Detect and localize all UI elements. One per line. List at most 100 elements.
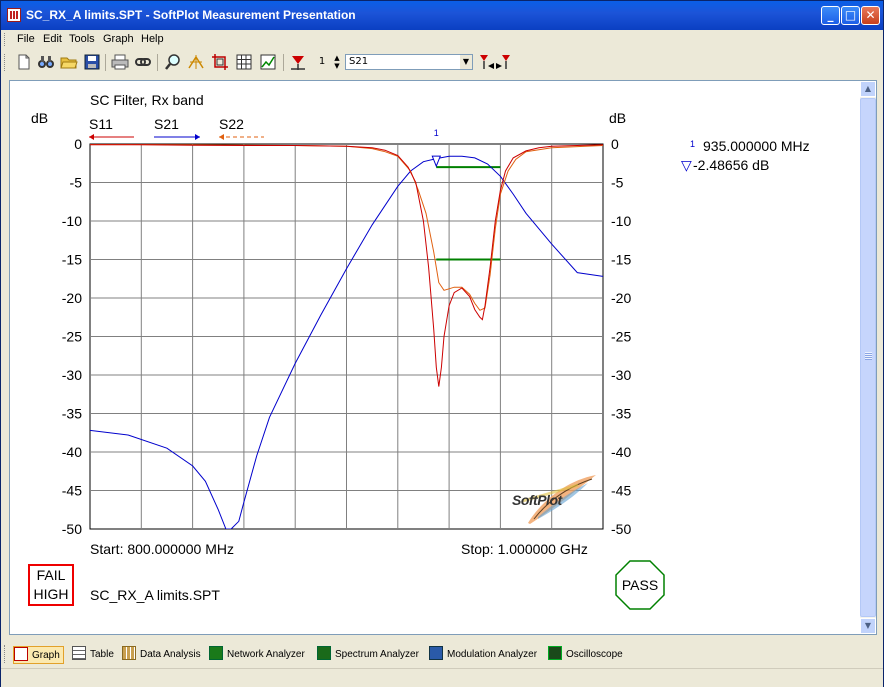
fail-label: FAIL [36, 567, 66, 583]
scroll-down-button[interactable]: ▼ [860, 618, 876, 634]
marker-frequency-readout: 1 935.000000 MHz [690, 138, 810, 154]
new-icon[interactable] [15, 53, 33, 71]
marker-frequency-value: 935.000000 MHz [703, 138, 810, 154]
y-tick-label-left: -25 [62, 329, 82, 345]
softplot-logo: SoftPlot [508, 471, 600, 527]
y-tick-label-left: -20 [62, 290, 82, 306]
menu-help[interactable]: Help [141, 33, 164, 45]
y-tick-label-right: -45 [611, 483, 631, 499]
marker-icon[interactable] [289, 53, 307, 71]
pass-label: PASS [622, 577, 658, 593]
app-icon[interactable] [7, 8, 21, 22]
y-tick-label-left: -40 [62, 444, 82, 460]
tab-spectrum-analyzer[interactable]: Spectrum Analyzer [317, 646, 419, 664]
tabbar-grip[interactable] [4, 645, 8, 663]
start-frequency-label: Start: 800.000000 MHz [90, 541, 234, 557]
tab-table[interactable]: Table [72, 646, 114, 664]
logo-text: SoftPlot [512, 492, 562, 508]
menu-graph[interactable]: Graph [103, 33, 134, 45]
trace-number-field[interactable]: 1 [313, 54, 331, 70]
grid-icon[interactable] [235, 53, 253, 71]
marker-triangle-icon: ▽ [681, 157, 692, 173]
menu-file[interactable]: File [17, 33, 35, 45]
table-tab-icon [72, 646, 86, 660]
trace-select-dropdown[interactable]: S21 ▼ [345, 54, 473, 70]
chevron-down-icon[interactable]: ▼ [460, 55, 472, 69]
y-tick-label-left: 0 [74, 136, 82, 152]
y-tick-label-right: -15 [611, 252, 631, 268]
tab-data-analysis[interactable]: Data Analysis [122, 646, 201, 664]
link-icon[interactable] [134, 53, 152, 71]
trace-select-value: S21 [349, 56, 369, 67]
y-tick-label-left: -10 [62, 213, 82, 229]
maximize-button[interactable]: □ [841, 6, 860, 25]
y-tick-label-right: -50 [611, 521, 631, 537]
y-tick-label-right: -5 [611, 175, 624, 191]
marker-search-icon[interactable] [187, 53, 205, 71]
trace-number-spinner[interactable]: ▲ ▼ [332, 54, 342, 70]
toolbar-separator [157, 54, 158, 71]
legend-arrow-s11 [89, 134, 94, 140]
toolbar: 1 ▲ ▼ S21 ▼ [1, 50, 883, 75]
minimize-button[interactable]: _ [821, 6, 840, 25]
view-tab-bar: Graph Table Data Analysis Network Analyz… [1, 641, 883, 667]
marker-number-label: 1 [690, 139, 696, 149]
menu-grip[interactable] [4, 33, 8, 46]
legend-arrow-s21 [195, 134, 200, 140]
window-title: SC_RX_A limits.SPT - SoftPlot Measuremen… [26, 8, 356, 22]
y-tick-label-right: -35 [611, 406, 631, 422]
y-tick-label-right: 0 [611, 136, 619, 152]
tab-oscilloscope-label: Oscilloscope [566, 649, 623, 660]
y-tick-label-right: -30 [611, 367, 631, 383]
save-icon[interactable] [83, 53, 101, 71]
y-tick-label-right: -10 [611, 213, 631, 229]
tab-modulation-analyzer-label: Modulation Analyzer [447, 649, 538, 660]
tab-modulation-analyzer[interactable]: Modulation Analyzer [429, 646, 537, 664]
spectrum-analyzer-tab-icon [317, 646, 331, 660]
graph-view: SC Filter, Rx band dB dB S11 S21 S22 00-… [9, 80, 877, 635]
y-tick-label-left: -35 [62, 406, 82, 422]
autoscale-icon[interactable] [259, 53, 277, 71]
file-name-label: SC_RX_A limits.SPT [90, 587, 220, 603]
network-analyzer-tab-icon [209, 646, 223, 660]
vertical-scrollbar[interactable]: ▲ ▼ [860, 81, 876, 634]
toolbar-grip[interactable] [4, 54, 8, 71]
open-folder-icon[interactable] [60, 53, 78, 71]
crop-icon[interactable] [211, 53, 229, 71]
scroll-thumb-grip [865, 352, 872, 360]
app-window: SC_RX_A limits.SPT - SoftPlot Measuremen… [0, 0, 884, 687]
status-bar [1, 668, 883, 687]
tab-network-analyzer[interactable]: Network Analyzer [209, 646, 305, 664]
legend-arrow-s22 [219, 134, 224, 140]
menu-edit[interactable]: Edit [43, 33, 62, 45]
y-tick-label-left: -30 [62, 367, 82, 383]
tab-graph[interactable]: Graph [13, 646, 64, 664]
scroll-thumb[interactable] [860, 98, 876, 617]
tab-network-analyzer-label: Network Analyzer [227, 649, 305, 660]
marker-value-readout: ▽-2.48656 dB [681, 157, 769, 174]
title-bar[interactable]: SC_RX_A limits.SPT - SoftPlot Measuremen… [1, 1, 883, 30]
binoculars-icon[interactable] [37, 53, 55, 71]
tab-spectrum-analyzer-label: Spectrum Analyzer [335, 649, 419, 660]
close-button[interactable]: ✕ [861, 6, 880, 25]
y-tick-label-left: -15 [62, 252, 82, 268]
menu-tools[interactable]: Tools [69, 33, 95, 45]
marker-next-icon[interactable] [494, 53, 512, 71]
tab-table-label: Table [90, 649, 114, 660]
pass-indicator: PASS [615, 560, 665, 610]
toolbar-separator [105, 54, 106, 71]
stop-frequency-label: Stop: 1.000000 GHz [461, 541, 588, 557]
print-icon[interactable] [111, 53, 129, 71]
y-tick-label-left: -50 [62, 521, 82, 537]
fail-high-indicator: FAIL HIGH [28, 564, 74, 606]
tab-oscilloscope[interactable]: Oscilloscope [548, 646, 623, 664]
y-tick-label-right: -40 [611, 444, 631, 460]
data-analysis-tab-icon [122, 646, 136, 660]
fail-high-label: HIGH [33, 586, 69, 602]
y-tick-label-right: -20 [611, 290, 631, 306]
y-tick-label-left: -5 [70, 175, 83, 191]
marker-number-on-chart: 1 [434, 128, 439, 138]
scroll-up-button[interactable]: ▲ [860, 81, 876, 97]
graph-tab-icon [14, 647, 28, 661]
zoom-icon[interactable] [164, 53, 182, 71]
